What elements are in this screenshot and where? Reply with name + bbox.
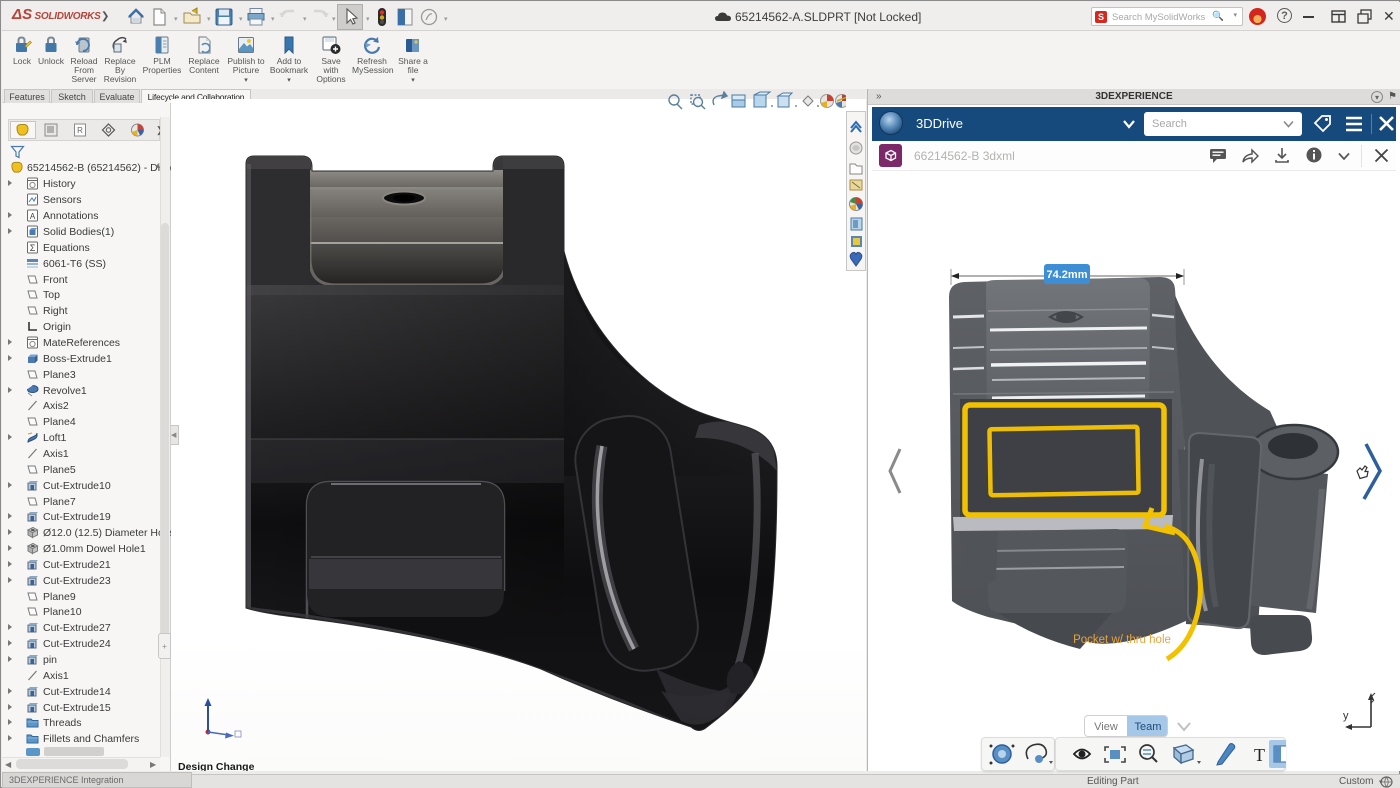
svg-text:Design Change: Design Change xyxy=(178,761,255,771)
svg-text:Σ: Σ xyxy=(30,243,36,253)
svg-text:74.2mm: 74.2mm xyxy=(1047,269,1088,281)
svg-text:T: T xyxy=(1254,745,1265,765)
svg-text:y: y xyxy=(1343,710,1349,722)
svg-text:R: R xyxy=(77,126,83,135)
svg-text:Pocket w/ thru hole: Pocket w/ thru hole xyxy=(1073,634,1171,646)
svg-text:A: A xyxy=(30,212,36,221)
